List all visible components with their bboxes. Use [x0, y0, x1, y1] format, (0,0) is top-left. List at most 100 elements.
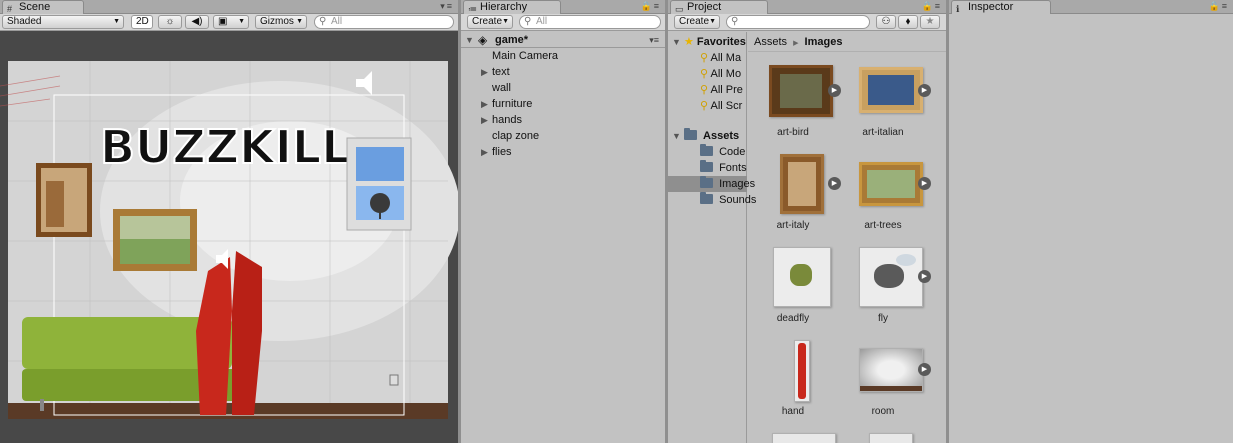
favorite-item-label: All Pre: [710, 84, 743, 96]
expand-arrow-icon[interactable]: ▼: [672, 131, 681, 141]
asset-thumbnail-partial[interactable]: [772, 433, 836, 443]
favorite-item[interactable]: ⚲ All Mo: [700, 66, 741, 82]
tab-scene[interactable]: # Scene: [2, 0, 84, 14]
asset-label: deadfly: [776, 313, 810, 324]
hierarchy-search-input[interactable]: ⚲ All: [519, 15, 661, 29]
create-dropdown[interactable]: Create ▼: [674, 15, 720, 29]
favorite-button[interactable]: ★: [920, 15, 940, 29]
search-icon: ⚲: [700, 52, 709, 64]
search-by-type-button[interactable]: ⚇: [876, 15, 896, 29]
panel-menu-icon[interactable]: ▾≡: [440, 1, 454, 12]
favorite-item[interactable]: ⚲ All Ma: [700, 50, 741, 66]
tab-inspector[interactable]: ℹ Inspector: [951, 0, 1051, 14]
asset-label: art-italian: [862, 127, 904, 138]
search-by-label-button[interactable]: ⬧: [898, 15, 918, 29]
asset-tile[interactable]: ▶ art-trees: [838, 146, 931, 238]
hierarchy-item[interactable]: wall: [461, 80, 665, 96]
tab-project[interactable]: ▭ Project: [670, 0, 768, 14]
chevron-down-icon: ▼: [113, 18, 120, 25]
hierarchy-search-placeholder: All: [536, 16, 548, 27]
expand-arrow-icon[interactable]: ▶: [481, 144, 488, 160]
asset-thumbnail-partial[interactable]: [869, 433, 913, 443]
expand-arrow-icon[interactable]: ▶: [481, 112, 488, 128]
scene-search-input[interactable]: ⚲ All: [314, 15, 454, 29]
breadcrumb-item[interactable]: Assets: [754, 36, 787, 48]
scene-menu-icon[interactable]: ▾≡: [649, 32, 659, 48]
project-search-input[interactable]: ⚲: [726, 15, 870, 29]
play-icon[interactable]: ▶: [918, 177, 931, 190]
wall-outlet: [389, 374, 399, 386]
tab-scene-label: Scene: [19, 1, 51, 13]
buzzkill-title-art[interactable]: BUZZKILL: [99, 119, 352, 175]
asset-label: hand: [781, 406, 805, 417]
hierarchy-item[interactable]: ▶ furniture: [461, 96, 665, 112]
favorite-item[interactable]: ⚲ All Pre: [700, 82, 743, 98]
favorite-item-label: All Ma: [710, 52, 742, 64]
hierarchy-item[interactable]: clap zone: [461, 128, 665, 144]
create-dropdown[interactable]: Create ▼: [467, 15, 513, 29]
asset-thumbnail-art-italian: [859, 67, 923, 113]
hierarchy-item-label: clap zone: [492, 130, 540, 142]
expand-arrow-icon[interactable]: ▶: [481, 96, 488, 112]
tag-icon: ⬧: [905, 16, 911, 27]
play-icon[interactable]: ▶: [918, 363, 931, 376]
asset-tile[interactable]: hand: [748, 332, 838, 424]
asset-tile[interactable]: deadfly: [748, 239, 838, 331]
floor: [8, 403, 448, 419]
search-icon: ⚲: [700, 84, 709, 96]
folder-item-selected[interactable]: Images: [668, 176, 755, 192]
mode-2d-toggle[interactable]: 2D: [131, 15, 153, 29]
panel-menu-icon[interactable]: 🔒≡: [641, 1, 661, 12]
panel-menu-icon[interactable]: 🔒≡: [922, 1, 942, 12]
expand-arrow-icon[interactable]: ▼: [672, 37, 681, 47]
asset-thumbnail-art-trees: [859, 162, 923, 206]
folder-item[interactable]: Fonts: [700, 160, 747, 176]
asset-tile[interactable]: ▶ art-italy: [748, 146, 841, 238]
asset-tile[interactable]: ▶ room: [838, 332, 931, 424]
shading-mode-dropdown[interactable]: Shaded ▼: [2, 15, 124, 29]
hierarchy-item[interactable]: ▶ flies: [461, 144, 665, 160]
scene-canvas: BUZZKILL: [0, 61, 458, 419]
tab-hierarchy[interactable]: ≔ Hierarchy: [463, 0, 561, 14]
asset-label: fly: [878, 313, 888, 324]
asset-tile[interactable]: ▶ art-italian: [838, 53, 931, 145]
favorites-header[interactable]: ▼ ★ Favorites: [668, 34, 746, 50]
folder-icon: [700, 192, 713, 204]
hierarchy-item[interactable]: Main Camera: [461, 48, 665, 64]
panel-menu-icon[interactable]: 🔒≡: [1209, 1, 1229, 12]
breadcrumb-item-current[interactable]: Images: [805, 36, 843, 48]
scene-tabbar: # Scene ▾≡: [0, 0, 458, 14]
folder-item-label: Code: [719, 146, 746, 158]
asset-thumbnail-fly: [859, 247, 923, 307]
assets-header[interactable]: ▼ Assets: [668, 128, 739, 144]
filter-type-icon: ⚇: [881, 16, 891, 27]
scene-viewport[interactable]: BUZZKILL: [0, 31, 458, 443]
expand-arrow-icon[interactable]: ▼: [465, 32, 474, 48]
scene-panel: # Scene ▾≡ Shaded ▼ 2D ☼ ◀) ▣ ▼ Gizmos ▼…: [0, 0, 458, 443]
chevron-down-icon: ▼: [502, 18, 509, 25]
gizmos-dropdown[interactable]: Gizmos ▼: [255, 15, 307, 29]
folder-icon: [700, 144, 713, 156]
inspector-body: [949, 15, 1233, 443]
expand-arrow-icon[interactable]: ▶: [481, 64, 488, 80]
favorite-item[interactable]: ⚲ All Scr: [700, 98, 742, 114]
inspector-panel: ℹ Inspector 🔒≡: [949, 0, 1233, 443]
hierarchy-item[interactable]: ▶ text: [461, 64, 665, 80]
asset-label: room: [871, 406, 895, 417]
hierarchy-root-row[interactable]: ▼ ◈ game* ▾≡: [461, 32, 665, 48]
play-icon[interactable]: ▶: [918, 84, 931, 97]
gizmos-label: Gizmos: [260, 16, 294, 27]
favorites-label: Favorites: [696, 36, 746, 48]
hierarchy-item[interactable]: ▶ hands: [461, 112, 665, 128]
effects-dropdown[interactable]: ▣ ▼: [213, 15, 249, 29]
favorite-item-label: All Scr: [710, 100, 743, 112]
audio-toggle[interactable]: ◀): [185, 15, 209, 29]
folder-item[interactable]: Code: [700, 144, 745, 160]
search-icon: ⚲: [524, 16, 532, 27]
lighting-toggle[interactable]: ☼: [158, 15, 182, 29]
asset-tile[interactable]: ▶ fly: [838, 239, 931, 331]
assets-label: Assets: [703, 130, 740, 142]
play-icon[interactable]: ▶: [918, 270, 931, 283]
hierarchy-item-label: hands: [492, 114, 522, 126]
asset-tile[interactable]: ▶ art-bird: [748, 53, 841, 145]
